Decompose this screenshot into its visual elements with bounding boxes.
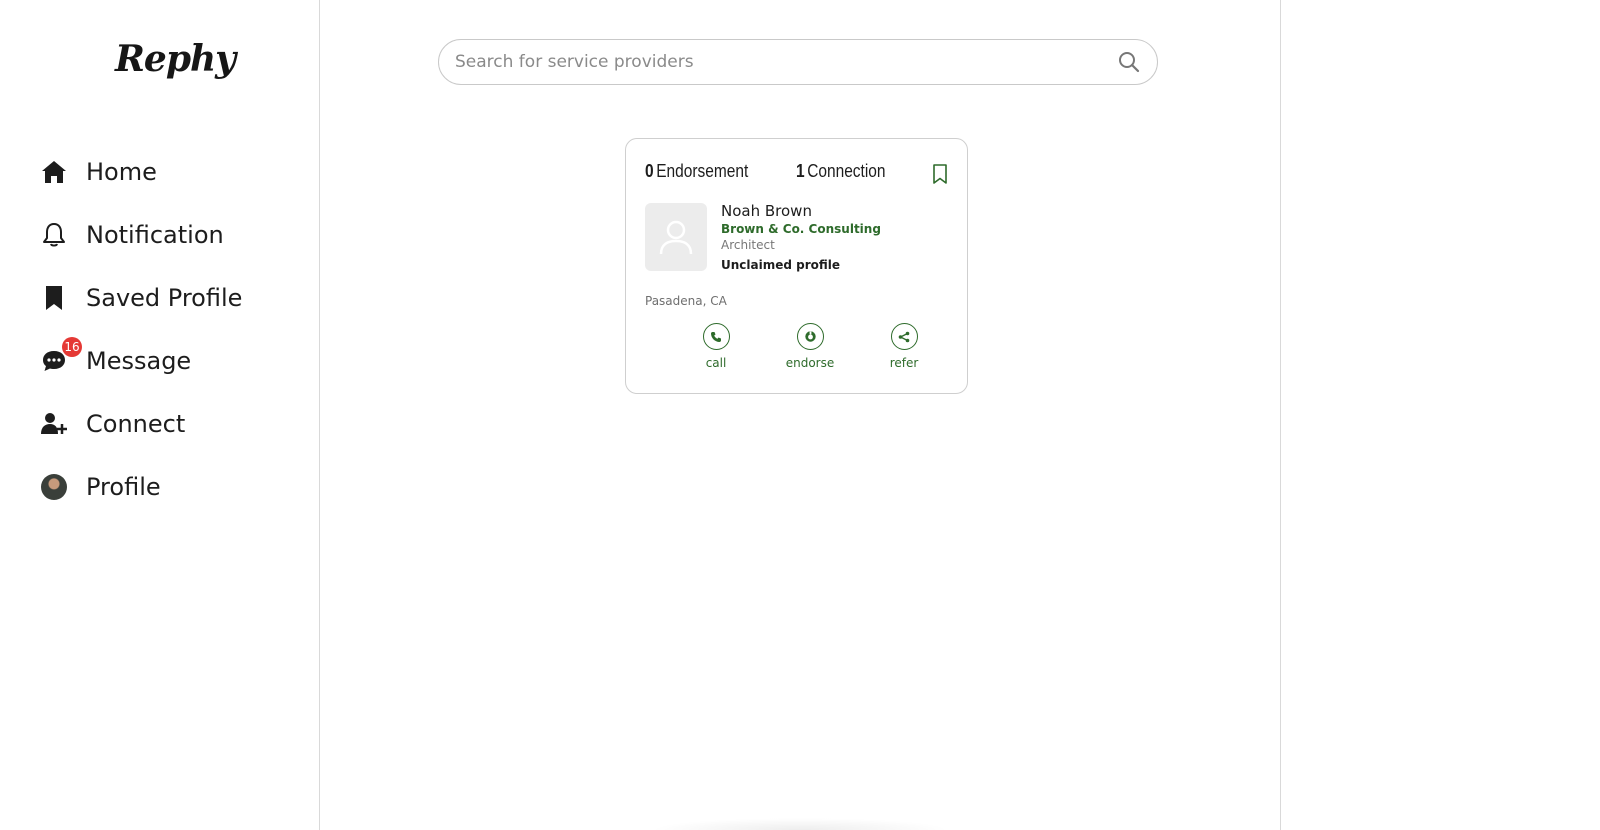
- card-stats: 0 Endorsement 1 Connection: [645, 161, 886, 182]
- logo[interactable]: Rephy: [115, 38, 236, 80]
- profile-avatar: [41, 474, 67, 500]
- connection-label: Connection: [807, 161, 886, 181]
- message-badge: 16: [62, 337, 82, 357]
- provider-card[interactable]: 0 Endorsement 1 Connection Noah Brown Brow…: [625, 138, 968, 394]
- sidebar-item-label: Message: [86, 347, 192, 375]
- call-label: call: [705, 356, 727, 370]
- call-button[interactable]: call: [669, 323, 763, 370]
- sidebar-item-profile[interactable]: Profile: [40, 470, 242, 504]
- endorse-button[interactable]: endorse: [763, 323, 857, 370]
- sidebar-item-label: Profile: [86, 473, 161, 501]
- provider-name[interactable]: Noah Brown: [721, 202, 881, 220]
- thumbs-up-icon: [796, 323, 824, 350]
- sidebar-nav: Home Notification Saved Profile 16 Messa…: [40, 155, 242, 533]
- endorsement-label: Endorsement: [656, 161, 749, 181]
- avatar: [40, 473, 68, 501]
- right-divider: [1280, 0, 1281, 830]
- sidebar-item-message[interactable]: 16 Message: [40, 337, 242, 378]
- app-root: Rephy Home Notification Saved Profile 16…: [0, 0, 1600, 830]
- user-placeholder-icon: [659, 220, 693, 255]
- home-icon: [40, 158, 68, 186]
- search-input[interactable]: [439, 40, 1109, 84]
- provider-location: Pasadena, CA: [645, 294, 727, 308]
- bookmark-icon: [40, 284, 68, 312]
- bell-icon: [40, 221, 68, 249]
- sidebar-item-label: Home: [86, 158, 157, 186]
- phone-icon: [702, 323, 730, 350]
- user-plus-icon: [40, 410, 68, 438]
- connection-count: 1: [796, 161, 805, 181]
- provider-company: Brown & Co. Consulting: [721, 222, 881, 236]
- refer-button[interactable]: refer: [857, 323, 951, 370]
- card-actions: call endorse refer: [669, 323, 951, 370]
- endorsement-stat: 0 Endorsement: [645, 161, 748, 182]
- search-bar: [438, 39, 1158, 85]
- sidebar-item-connect[interactable]: Connect: [40, 407, 242, 441]
- provider-role: Architect: [721, 238, 775, 252]
- search-icon[interactable]: [1109, 42, 1149, 82]
- sidebar-item-home[interactable]: Home: [40, 155, 242, 189]
- bookmark-outline-icon[interactable]: [931, 163, 949, 185]
- chat-icon: 16: [40, 337, 82, 375]
- sidebar-item-saved-profile[interactable]: Saved Profile: [40, 281, 242, 315]
- sidebar-item-label: Connect: [86, 410, 186, 438]
- sidebar-item-label: Saved Profile: [86, 284, 243, 312]
- provider-info: Noah Brown Brown & Co. Consulting Archit…: [721, 202, 881, 272]
- endorsement-count: 0: [645, 161, 654, 181]
- connection-stat: 1 Connection: [796, 161, 886, 182]
- bottom-shadow: [650, 818, 950, 830]
- provider-photo-placeholder: [645, 203, 707, 271]
- sidebar-item-label: Notification: [86, 221, 224, 249]
- profile-status: Unclaimed profile: [721, 258, 841, 272]
- share-icon: [890, 323, 918, 350]
- sidebar: Rephy Home Notification Saved Profile 16…: [0, 0, 320, 830]
- refer-label: refer: [889, 356, 919, 370]
- sidebar-item-notification[interactable]: Notification: [40, 218, 242, 252]
- endorse-label: endorse: [785, 356, 835, 370]
